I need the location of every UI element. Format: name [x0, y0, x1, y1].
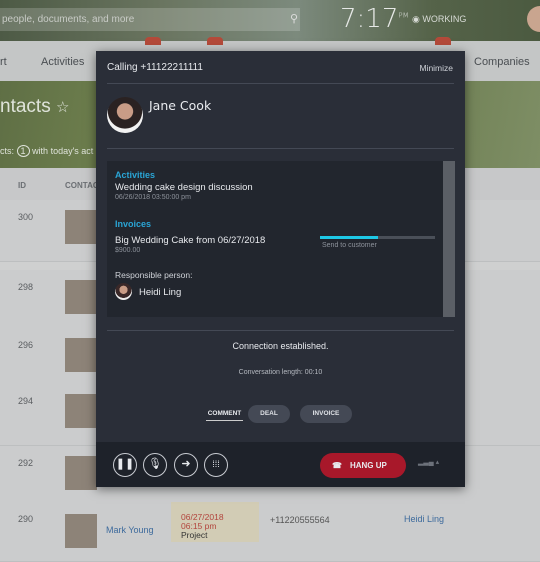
activity-cell[interactable]: 06/27/2018 06:15 pm Project: [171, 502, 259, 542]
minimize-button[interactable]: Minimize: [419, 63, 453, 73]
scrollbar[interactable]: [443, 161, 455, 317]
clock: 7:17PM: [340, 4, 409, 34]
signal-strength-icon[interactable]: ▂▃▄ ▴: [418, 458, 439, 466]
activity-date: 06/26/2018 03:50:00 pm: [115, 194, 191, 201]
column-id[interactable]: ID: [18, 181, 26, 190]
contact-photo: [65, 338, 97, 372]
responsible-avatar: [115, 283, 132, 300]
invoice-progress: [320, 236, 435, 239]
activity-title[interactable]: Wedding cake design discussion: [115, 182, 253, 193]
contact-photo: [65, 210, 97, 244]
search-input[interactable]: people, documents, and more: [0, 8, 300, 31]
activity-type: Project: [181, 530, 208, 540]
table-row[interactable]: 290 Mark Young 06/27/2018 06:15 pm Project…: [0, 502, 540, 562]
status-button[interactable]: ◉ WORKING: [412, 14, 466, 25]
connection-status: Connection established.: [232, 341, 329, 351]
contact-name-link[interactable]: Mark Young: [106, 525, 154, 535]
keypad-icon[interactable]: ⁞⁞⁞: [204, 453, 228, 477]
contact-photo: [65, 280, 97, 314]
search-icon[interactable]: ⚲: [290, 12, 298, 25]
tab-invoice[interactable]: INVOICE: [300, 405, 352, 423]
status-label: WORKING: [422, 14, 467, 24]
nav-item[interactable]: rt: [0, 56, 7, 68]
conversation-length: Conversation length: 00:10: [238, 369, 323, 376]
nav-item-activities[interactable]: Activities: [41, 56, 84, 68]
tab-deal[interactable]: DEAL: [248, 405, 290, 423]
counter-badge: [207, 37, 223, 45]
responsible-name[interactable]: Heidi Ling: [139, 287, 181, 298]
row-id: 292: [18, 458, 34, 468]
nav-item-companies[interactable]: Companies: [474, 56, 530, 68]
filter-count[interactable]: 1: [16, 145, 30, 157]
user-avatar[interactable]: [527, 6, 540, 32]
filter-prefix: cts:: [0, 146, 15, 156]
star-icon[interactable]: ☆: [56, 99, 69, 116]
call-controls: ❚❚ 🎙 ➜ ⁞⁞⁞ ☎ HANG UP ▂▃▄ ▴: [96, 442, 465, 487]
responsible-link[interactable]: Heidi Ling: [404, 514, 444, 524]
microphone-icon[interactable]: 🎙: [143, 453, 167, 477]
contact-photo: [65, 456, 97, 490]
tab-comment[interactable]: COMMENT: [206, 410, 243, 421]
divider: [107, 83, 454, 84]
transfer-arrow-icon[interactable]: ➜: [174, 453, 198, 477]
crm-info-panel: Activities Wedding cake design discussio…: [107, 161, 455, 317]
page-title: ntacts ☆: [0, 96, 69, 118]
phone-hangup-icon: ☎: [332, 461, 342, 470]
top-bar: people, documents, and more ⚲ 7:17PM ◉ W…: [0, 0, 540, 41]
filter-text: with today's act: [32, 146, 94, 156]
column-contact[interactable]: CONTAC: [65, 181, 99, 190]
counter-badge: [435, 37, 451, 45]
row-id: 298: [18, 282, 34, 292]
responsible-label: Responsible person:: [115, 270, 193, 280]
page-title-text: ntacts: [0, 96, 51, 117]
contact-photo: [65, 514, 97, 548]
invoice-amount: $900.00: [115, 247, 141, 254]
pause-icon[interactable]: ❚❚: [113, 453, 137, 477]
phone-link[interactable]: +11220555564: [270, 515, 330, 525]
invoice-progress-fill: [320, 236, 378, 239]
counter-badge: [145, 37, 161, 45]
call-title: Calling +11122211111: [107, 62, 203, 73]
row-id: 290: [18, 514, 34, 524]
row-id: 296: [18, 340, 34, 350]
clock-suffix: PM: [398, 11, 409, 20]
filter-summary: cts: 1 with today's act: [0, 145, 94, 157]
activities-heading: Activities: [115, 170, 156, 180]
hang-up-label: HANG UP: [349, 461, 387, 470]
call-dialog: Calling +11122211111 Minimize Jane Cook …: [96, 51, 465, 487]
contact-photo: [65, 394, 97, 428]
clock-time: 7:17: [340, 4, 399, 34]
row-id: 294: [18, 396, 34, 406]
divider: [107, 148, 454, 149]
hang-up-button[interactable]: ☎ HANG UP: [320, 453, 406, 478]
invoice-title[interactable]: Big Wedding Cake from 06/27/2018: [115, 235, 265, 246]
contact-name[interactable]: Jane Cook: [149, 98, 211, 113]
divider: [107, 330, 454, 331]
invoice-status: Send to customer: [322, 242, 377, 249]
row-id: 300: [18, 212, 34, 222]
contact-avatar: [107, 97, 143, 133]
invoices-heading: Invoices: [115, 219, 152, 229]
